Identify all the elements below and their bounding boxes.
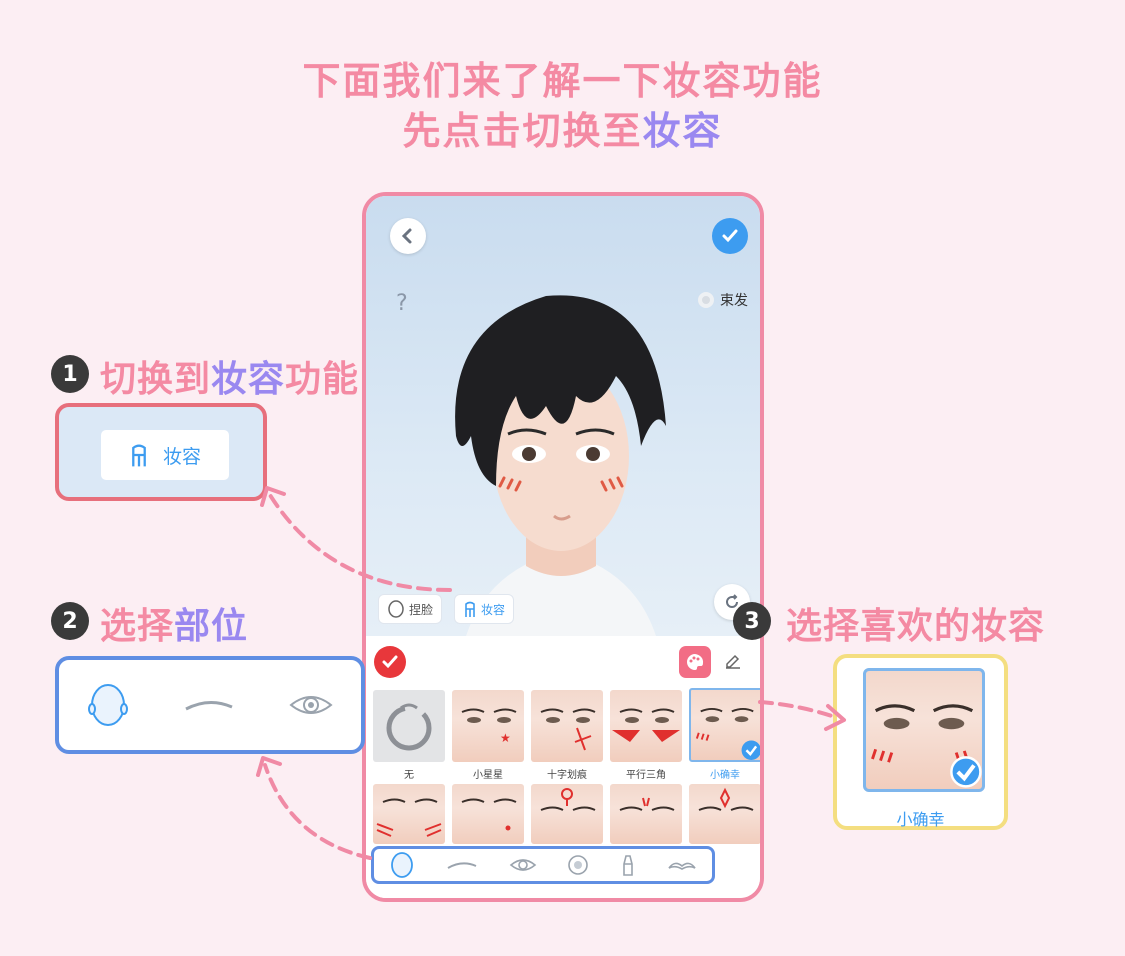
hair-toggle[interactable]: 束发: [698, 290, 748, 310]
makeup-label: 小星星: [473, 770, 503, 781]
arrowhead-2: [256, 756, 282, 777]
edit-icon[interactable]: [724, 652, 742, 670]
title-line-2-highlight: 妆容: [642, 109, 723, 153]
callout-1-box: 妆容: [55, 403, 267, 501]
callout-3-box: 小确幸: [833, 654, 1008, 830]
title-line-2: 先点击切换至妆容: [0, 100, 1125, 155]
row2-preview-5: [698, 787, 754, 811]
brush-icon: [132, 444, 146, 467]
face-icon: [88, 684, 128, 726]
step-2-text: 选择部位: [100, 597, 248, 649]
step-1-text: 切换到妆容功能: [100, 350, 359, 402]
brush-icon: [465, 601, 475, 617]
little-star-preview: ★: [461, 708, 517, 745]
back-button[interactable]: [390, 218, 426, 254]
callout-1-chip-label: 妆容: [162, 445, 201, 468]
small-happiness-preview: [695, 707, 760, 760]
makeup-label: 无: [404, 770, 414, 781]
step-3-text: 选择喜欢的妆容: [786, 606, 1046, 647]
pupil-icon[interactable]: [567, 854, 589, 876]
small-happiness-preview: [871, 704, 982, 788]
makeup-item-row2-4[interactable]: [610, 784, 682, 844]
callout-3-label: 小确幸: [896, 810, 945, 829]
makeup-item-row2-2[interactable]: [452, 784, 524, 844]
confirm-button[interactable]: [712, 218, 748, 254]
toggle-dot-icon: [698, 292, 714, 308]
tab-face-label: 捏脸: [409, 602, 434, 617]
tab-makeup-label: 妆容: [481, 602, 506, 617]
makeup-label-selected: 小确幸: [710, 770, 740, 781]
step-1-suffix: 功能: [285, 359, 360, 400]
arrow-2: [263, 763, 372, 860]
chevron-left-icon: [401, 228, 412, 244]
row2-preview-4: [619, 797, 675, 811]
part-selector-bar: [371, 846, 715, 884]
arrow-3: [758, 700, 840, 720]
title-line-1: 下面我们来了解一下妆容功能: [302, 59, 823, 103]
hair-toggle-label: 束发: [720, 293, 748, 309]
lipstick-icon[interactable]: [620, 853, 636, 877]
makeup-label: 十字划痕: [547, 770, 587, 781]
face-outline-icon: [388, 600, 404, 618]
step-2-badge: 2: [51, 602, 89, 640]
phone-screen: ? 束发 捏脸 妆容 ★ 无 小星星 十字划痕 平行三角 小确幸: [362, 192, 764, 902]
step-1-prefix: 切换到: [100, 359, 212, 400]
makeup-item-little-star[interactable]: ★: [452, 690, 524, 762]
step-2-highlight: 部位: [174, 606, 249, 647]
makeup-item-row2-1[interactable]: [373, 784, 445, 844]
check-icon: [722, 229, 738, 243]
step-2-prefix: 选择: [100, 606, 175, 647]
callout-1-makeup-chip: 妆容: [101, 430, 229, 480]
help-icon[interactable]: ?: [396, 291, 408, 316]
eye-icon: [289, 696, 333, 714]
row2-preview-1: [376, 798, 442, 837]
palette-button[interactable]: [679, 646, 711, 678]
makeup-panel: ★ 无 小星星 十字划痕 平行三角 小确幸: [366, 636, 760, 898]
avatar-character: [455, 295, 666, 636]
check-icon: [382, 655, 398, 669]
avatar-viewport: ? 束发 捏脸 妆容: [366, 196, 760, 636]
palette-icon: [687, 654, 704, 670]
cross-scar-preview: [540, 708, 596, 751]
makeup-item-cross-scar[interactable]: [531, 690, 603, 762]
row2-preview-2: [461, 798, 517, 831]
makeup-item-row2-5[interactable]: [689, 784, 760, 844]
face-icon[interactable]: [389, 851, 415, 879]
title-line-2-prefix: 先点击切换至: [402, 109, 643, 153]
eyebrow-icon[interactable]: [446, 858, 478, 872]
tab-makeup[interactable]: 妆容: [454, 594, 515, 624]
makeup-item-parallel-triangle[interactable]: [610, 690, 682, 762]
makeup-label: 平行三角: [626, 770, 666, 781]
callout-2-box: [55, 656, 365, 754]
eyebrow-icon: [185, 701, 233, 711]
makeup-item-small-happiness[interactable]: [689, 688, 760, 762]
makeup-item-none[interactable]: [373, 690, 445, 762]
reset-check-button[interactable]: [374, 646, 406, 678]
row2-preview-3: [540, 788, 596, 811]
svg-text:★: ★: [500, 731, 511, 745]
step-1-highlight: 妆容: [211, 359, 286, 400]
step-1-badge: 1: [51, 355, 89, 393]
eye-icon[interactable]: [509, 855, 537, 875]
dragon-logo-icon: [386, 703, 432, 751]
parallel-triangle-preview: [612, 708, 680, 742]
callout-3-thumbnail: [863, 668, 985, 792]
makeup-item-row2-3[interactable]: [531, 784, 603, 844]
step-3-badge: 3: [733, 602, 771, 640]
mustache-icon[interactable]: [667, 858, 697, 872]
tab-face-shape[interactable]: 捏脸: [378, 594, 443, 624]
